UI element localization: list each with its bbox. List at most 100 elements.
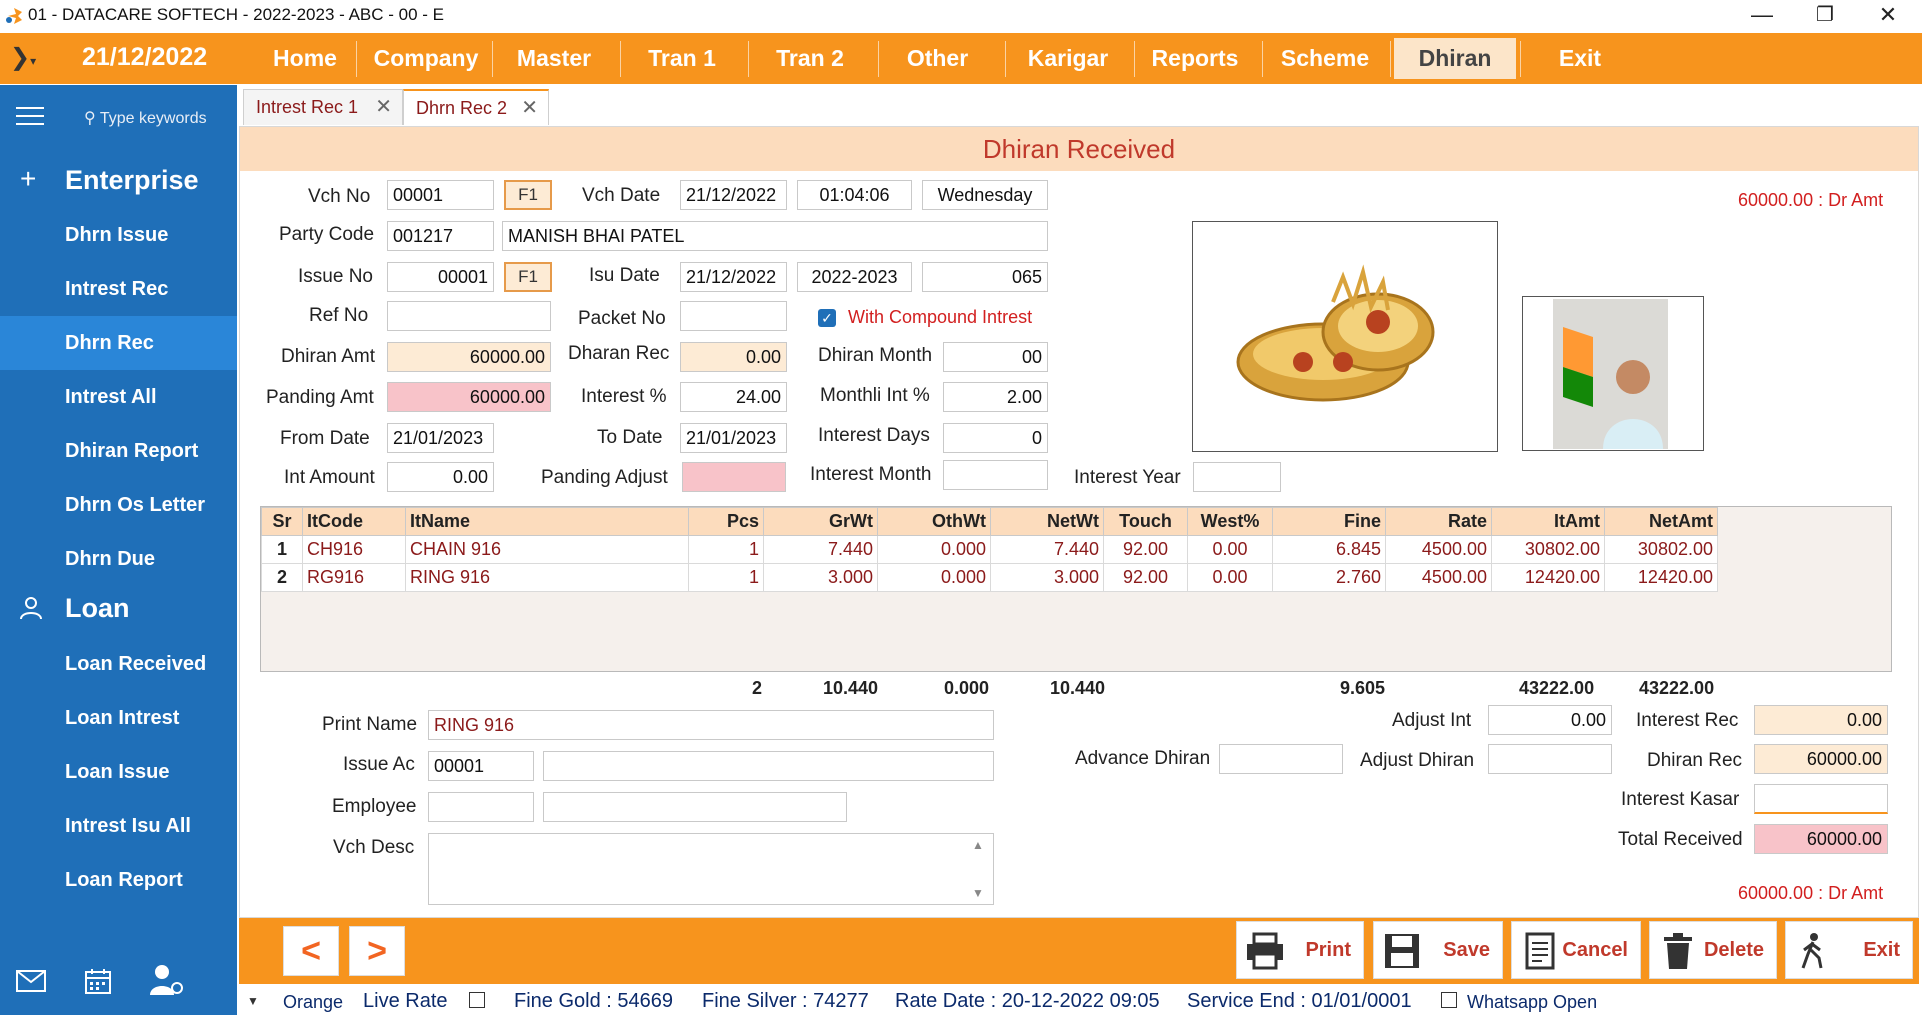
dharan-rec-field[interactable]: 0.00	[680, 342, 787, 372]
sidebar-item-intrest-all[interactable]: Intrest All	[0, 370, 237, 424]
cell-itname[interactable]: RING 916	[405, 563, 689, 592]
col-itamt[interactable]: ItAmt	[1491, 507, 1605, 536]
col-sr[interactable]: Sr	[261, 507, 303, 536]
vch-time-field[interactable]: 01:04:06	[797, 180, 912, 210]
minimize-button[interactable]: —	[1732, 0, 1792, 32]
col-netwt[interactable]: NetWt	[990, 507, 1104, 536]
employee-name-field[interactable]	[543, 792, 847, 822]
cell-rate[interactable]: 4500.00	[1385, 563, 1492, 592]
menu-master[interactable]: Master	[494, 33, 614, 84]
sidebar-item-dhrn-due[interactable]: Dhrn Due	[0, 532, 237, 586]
packet-no-field[interactable]	[680, 301, 787, 331]
cell-pcs[interactable]: 1	[688, 563, 764, 592]
sidebar-item-loan-intrest[interactable]: Loan Intrest	[0, 691, 237, 745]
cell-othwt[interactable]: 0.000	[877, 535, 991, 564]
sidebar-item-intrest-rec[interactable]: Intrest Rec	[0, 262, 237, 316]
cell-othwt[interactable]: 0.000	[877, 563, 991, 592]
chevron-right-icon[interactable]: ❯▾	[10, 43, 36, 72]
cell-itcode[interactable]: CH916	[302, 535, 406, 564]
dhiran-month-field[interactable]: 00	[943, 342, 1048, 372]
menu-company[interactable]: Company	[360, 33, 492, 84]
interest-days-field[interactable]: 0	[943, 423, 1048, 453]
scroll-up-icon[interactable]: ▲	[972, 838, 984, 852]
cell-grwt[interactable]: 3.000	[763, 563, 878, 592]
close-button[interactable]: ✕	[1858, 0, 1918, 32]
menu-home[interactable]: Home	[250, 33, 360, 84]
cell-fine[interactable]: 6.845	[1272, 535, 1386, 564]
section-enterprise[interactable]: Enterprise	[65, 165, 199, 196]
mail-icon[interactable]	[16, 970, 46, 992]
advance-dhiran-field[interactable]	[1219, 744, 1343, 774]
sidebar-item-dhrn-rec[interactable]: Dhrn Rec	[0, 316, 237, 370]
issue-ac-field[interactable]: 00001	[428, 751, 534, 781]
cell-pcs[interactable]: 1	[688, 535, 764, 564]
exit-button[interactable]: Exit	[1785, 921, 1913, 979]
tab-intrest-rec-1[interactable]: Intrest Rec 1 ✕	[243, 89, 403, 125]
interest-kasar-field[interactable]	[1754, 784, 1888, 814]
panding-adjust-field[interactable]	[682, 462, 786, 492]
panding-amt-field[interactable]: 60000.00	[387, 382, 551, 412]
table-row[interactable]: 2 RG916 RING 916 1 3.000 0.000 3.000 92.…	[261, 563, 1718, 592]
cell-netwt[interactable]: 7.440	[990, 535, 1104, 564]
cell-netwt[interactable]: 3.000	[990, 563, 1104, 592]
isu-date-field[interactable]: 21/12/2022	[680, 262, 787, 292]
interest-month-field[interactable]	[943, 460, 1048, 490]
print-button[interactable]: Print	[1236, 921, 1364, 979]
col-itname[interactable]: ItName	[405, 507, 689, 536]
table-row[interactable]: 1 CH916 CHAIN 916 1 7.440 0.000 7.440 92…	[261, 535, 1718, 564]
col-netamt[interactable]: NetAmt	[1604, 507, 1718, 536]
cell-grwt[interactable]: 7.440	[763, 535, 878, 564]
adjust-dhiran-field[interactable]	[1488, 744, 1612, 774]
previous-button[interactable]: <	[283, 926, 339, 976]
col-itcode[interactable]: ItCode	[302, 507, 406, 536]
sidebar-item-loan-received[interactable]: Loan Received	[0, 637, 237, 691]
adjust-int-field[interactable]: 0.00	[1488, 705, 1612, 735]
sidebar-item-dhrn-issue[interactable]: Dhrn Issue	[0, 208, 237, 262]
theme-dropdown-icon[interactable]: ▼	[247, 994, 259, 1008]
section-loan[interactable]: Loan	[65, 593, 130, 624]
sidebar-item-dhiran-report[interactable]: Dhiran Report	[0, 424, 237, 478]
cell-itname[interactable]: CHAIN 916	[405, 535, 689, 564]
theme-select[interactable]: Orange	[283, 992, 343, 1013]
dhiran-rec-field[interactable]: 60000.00	[1754, 744, 1888, 774]
party-name-field[interactable]: MANISH BHAI PATEL	[502, 221, 1048, 251]
col-touch[interactable]: Touch	[1103, 507, 1188, 536]
from-date-field[interactable]: 21/01/2023	[387, 423, 494, 453]
col-grwt[interactable]: GrWt	[763, 507, 878, 536]
interest-year-field[interactable]	[1193, 462, 1281, 492]
col-west[interactable]: West%	[1187, 507, 1273, 536]
dhiran-amt-field[interactable]: 60000.00	[387, 342, 551, 372]
interest-rec-field[interactable]: 0.00	[1754, 705, 1888, 735]
sidebar-item-dhrn-os-letter[interactable]: Dhrn Os Letter	[0, 478, 237, 532]
scroll-down-icon[interactable]: ▼	[972, 886, 984, 900]
party-code-field[interactable]: 001217	[387, 221, 494, 251]
sidebar-search[interactable]: ⚲ Type keywords	[84, 108, 207, 128]
to-date-field[interactable]: 21/01/2023	[680, 423, 787, 453]
monthli-int-field[interactable]: 2.00	[943, 382, 1048, 412]
cell-itcode[interactable]: RG916	[302, 563, 406, 592]
tab-dhrn-rec-2[interactable]: Dhrn Rec 2 ✕	[403, 89, 549, 125]
next-button[interactable]: >	[349, 926, 405, 976]
live-rate-checkbox[interactable]	[469, 992, 485, 1008]
close-tab-icon[interactable]: ✕	[521, 91, 538, 125]
issue-no-field[interactable]: 00001	[387, 262, 494, 292]
interest-pct-field[interactable]: 24.00	[680, 382, 787, 412]
compound-interest-checkbox[interactable]: ✓	[818, 309, 836, 327]
vch-f1-button[interactable]: F1	[504, 180, 552, 210]
sidebar-item-loan-issue[interactable]: Loan Issue	[0, 745, 237, 799]
menu-other[interactable]: Other	[880, 33, 995, 84]
col-rate[interactable]: Rate	[1385, 507, 1492, 536]
menu-tran2[interactable]: Tran 2	[750, 33, 870, 84]
menu-karigar[interactable]: Karigar	[1008, 33, 1128, 84]
issue-ac-name-field[interactable]	[543, 751, 994, 781]
int-amount-field[interactable]: 0.00	[387, 462, 494, 492]
cell-touch[interactable]: 92.00	[1103, 535, 1188, 564]
cell-netamt[interactable]: 30802.00	[1604, 535, 1718, 564]
cell-fine[interactable]: 2.760	[1272, 563, 1386, 592]
col-pcs[interactable]: Pcs	[688, 507, 764, 536]
menu-scheme[interactable]: Scheme	[1265, 33, 1385, 84]
menu-tran1[interactable]: Tran 1	[622, 33, 742, 84]
save-button[interactable]: Save	[1373, 921, 1503, 979]
cell-rate[interactable]: 4500.00	[1385, 535, 1492, 564]
ref-no-field[interactable]	[387, 301, 551, 331]
